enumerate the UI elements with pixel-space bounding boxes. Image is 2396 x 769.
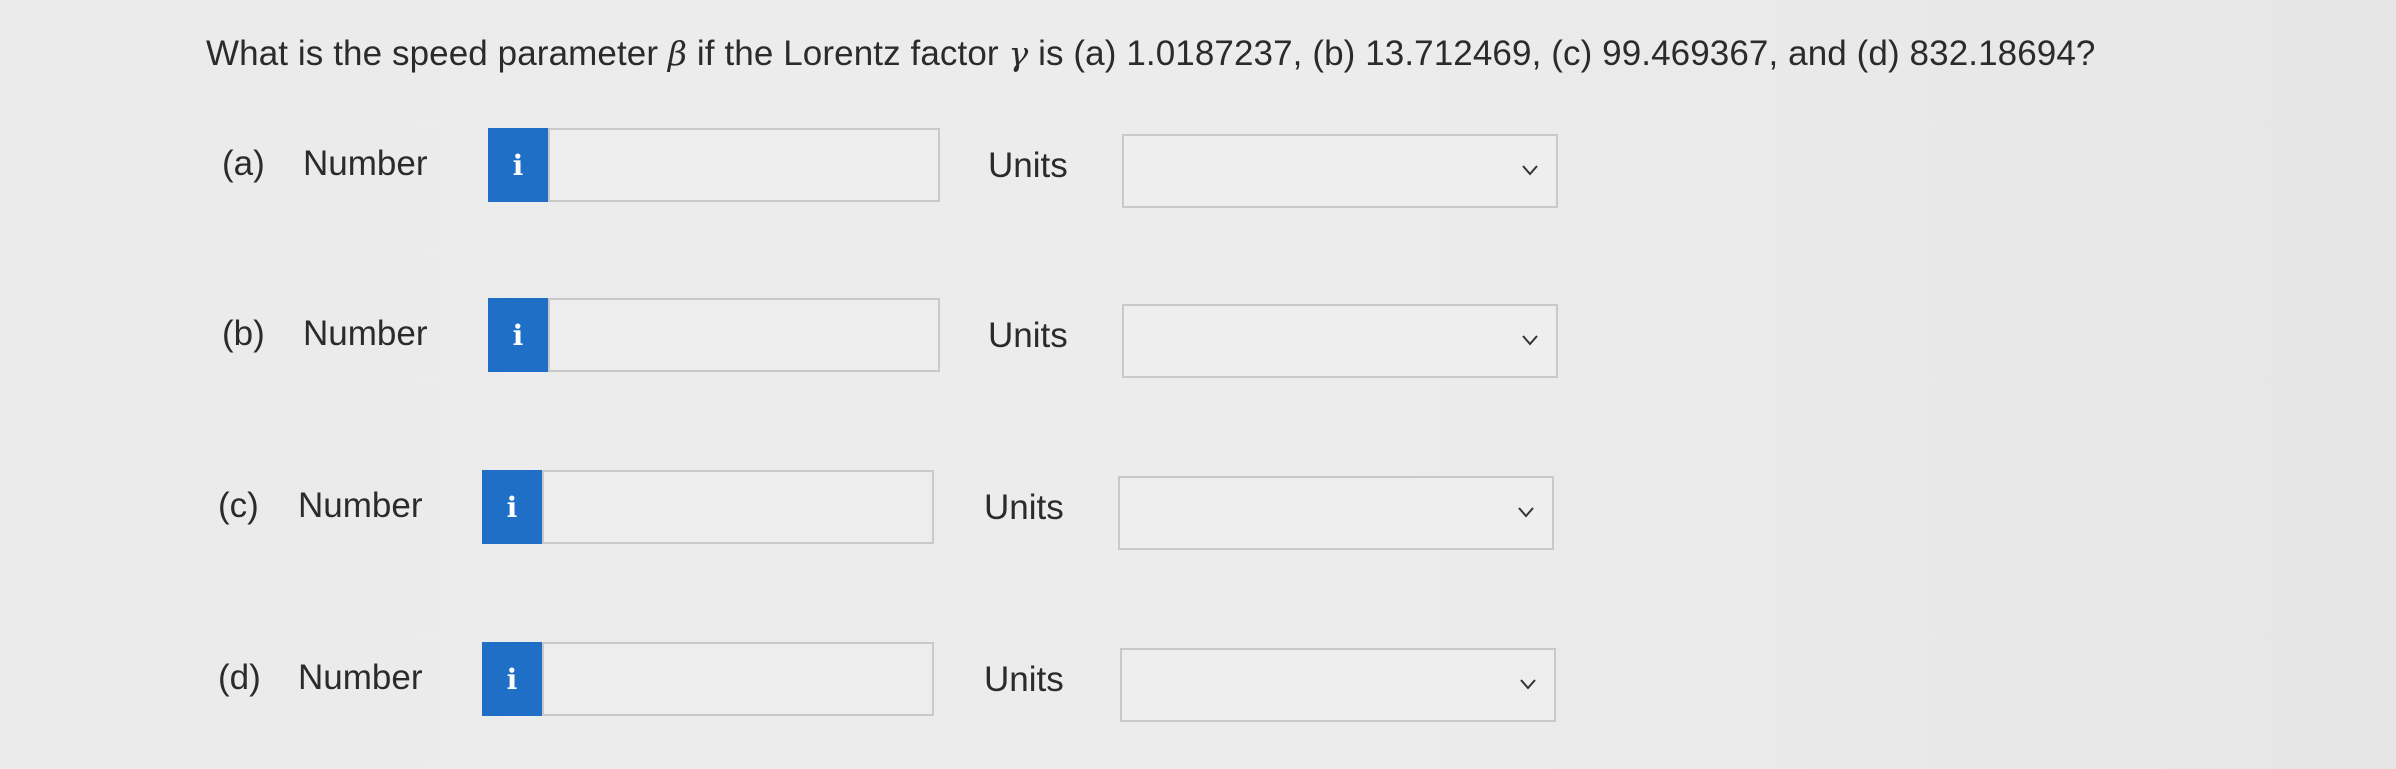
number-input-c[interactable] <box>542 470 934 544</box>
units-label: Units <box>984 488 1064 527</box>
info-button[interactable]: i <box>488 128 548 202</box>
units-label: Units <box>988 316 1068 355</box>
chevron-down-icon <box>1520 679 1536 690</box>
number-label: Number <box>298 486 423 525</box>
answer-row-b: (b) Number i Units <box>0 298 1600 378</box>
question-middle: if the Lorentz factor <box>687 34 1009 73</box>
question-suffix: is (a) 1.0187237, (b) 13.712469, (c) 99.… <box>1028 34 2096 73</box>
units-label: Units <box>984 660 1064 699</box>
units-select-b[interactable] <box>1122 304 1558 378</box>
part-label: (d) <box>218 658 261 697</box>
units-select-c[interactable] <box>1118 476 1554 550</box>
info-button[interactable]: i <box>482 470 542 544</box>
part-label: (a) <box>222 144 265 183</box>
info-icon: i <box>506 490 518 524</box>
answer-row-a: (a) Number i Units <box>0 128 1600 208</box>
units-label: Units <box>988 146 1068 185</box>
units-select-a[interactable] <box>1122 134 1558 208</box>
chevron-down-icon <box>1522 165 1538 176</box>
chevron-down-icon <box>1522 335 1538 346</box>
part-label: (b) <box>222 314 265 353</box>
gamma-symbol: γ <box>1008 34 1029 73</box>
question-text: What is the speed parameter β if the Lor… <box>206 34 2095 74</box>
number-label: Number <box>298 658 423 697</box>
number-input-d[interactable] <box>542 642 934 716</box>
number-label: Number <box>303 144 428 183</box>
number-label: Number <box>303 314 428 353</box>
question-prefix: What is the speed parameter <box>206 34 668 73</box>
chevron-down-icon <box>1518 507 1534 518</box>
number-input-a[interactable] <box>548 128 940 202</box>
info-icon: i <box>506 662 518 696</box>
units-select-d[interactable] <box>1120 648 1556 722</box>
page: What is the speed parameter β if the Lor… <box>0 0 2396 769</box>
answer-row-c: (c) Number i Units <box>0 470 1600 550</box>
number-input-b[interactable] <box>548 298 940 372</box>
part-label: (c) <box>218 486 259 525</box>
answer-row-d: (d) Number i Units <box>0 642 1600 722</box>
beta-symbol: β <box>667 34 688 73</box>
info-icon: i <box>512 318 524 352</box>
info-button[interactable]: i <box>488 298 548 372</box>
info-icon: i <box>512 148 524 182</box>
info-button[interactable]: i <box>482 642 542 716</box>
